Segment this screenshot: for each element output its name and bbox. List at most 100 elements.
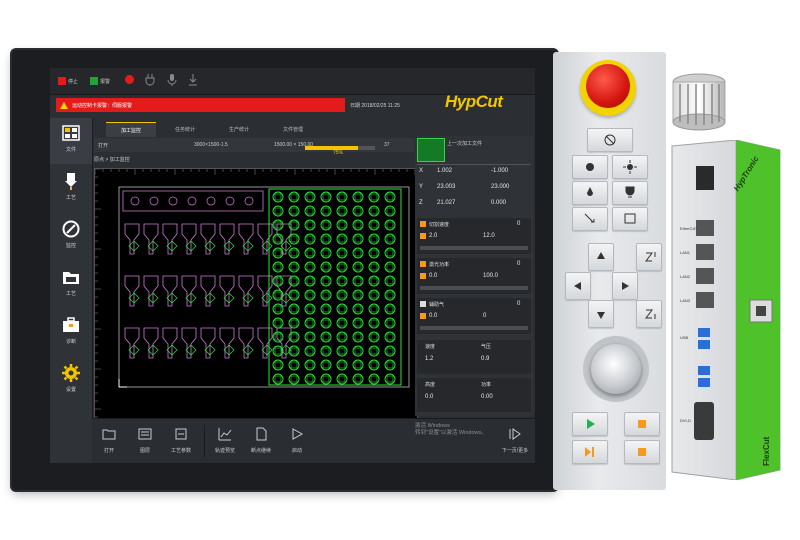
chart-icon [218,428,232,441]
coord-row-y: Y 23.003 23.000 [419,184,510,190]
toolbar-resume-button[interactable]: 断点继续 [244,419,278,463]
toolbar-divider [204,425,205,458]
right-status-panel: 上一次加工文件 X 1.002 -1.000 Y 23.003 23.000 Z… [415,136,533,416]
toolbar-params-button[interactable]: 工艺参数 [164,419,198,463]
start-key[interactable] [572,412,608,436]
port-label-dvi: DVI-D [680,418,691,423]
z-down-icon [645,309,656,319]
cutting-canvas[interactable] [94,168,418,420]
oil-icon [587,187,593,196]
tab-production-stats[interactable]: 生产统计 [214,122,264,136]
shutter-icon [604,134,616,146]
warning-dot-icon [125,75,134,84]
cup-icon [625,186,635,198]
reset-key[interactable] [624,440,660,464]
top-status-bar: 停止 报警 [50,68,535,95]
tab-task-stats[interactable]: 任务统计 [160,122,210,136]
hmi-screen: 停止 报警 运动控制卡报警：伺服报警 日期 2018/02/25 11:25 H… [50,68,535,463]
controller-side-brand: FlexCut [762,436,771,466]
coord-row-x: X 1.002 -1.000 [419,168,509,174]
light-key[interactable] [612,155,648,179]
arrow-left-icon [574,282,581,290]
part-count-label: 37 [384,142,390,148]
gear-icon [62,364,80,382]
toolbar-preview-button[interactable]: 轨迹预览 [208,419,242,463]
alarm-status-icon [90,77,98,85]
motion-controller-box [671,140,781,480]
jog-up-key[interactable] [588,243,614,271]
speed-sub-icon [420,233,426,239]
windows-watermark: 激活 Windows 转到"设置"以激活 Windows。 [415,423,487,436]
layer-icon [138,428,152,440]
gas-key[interactable] [572,155,608,179]
screen-key[interactable] [612,207,648,231]
sidebar-item-file[interactable]: 文件 [50,118,92,164]
follow-icon [584,213,595,223]
resume-key[interactable] [572,440,608,464]
z-up-key[interactable] [636,243,662,271]
gas-sub-icon [420,313,426,319]
tab-bar: 加工监控 任务统计 生产统计 文件管理 [92,122,382,137]
laser-shutter-key[interactable] [587,128,633,152]
speed-icon [420,221,426,227]
sidebar-item-diagnose[interactable]: 诊断 [50,310,92,356]
sidebar-item-craft[interactable]: 工艺 [50,262,92,308]
card-laser-power[interactable]: 激光功率 0 0.0 100.0 [417,258,531,294]
divider [417,164,531,165]
pause-key[interactable] [624,412,660,436]
toolbar-start-button[interactable]: 启动 [280,419,314,463]
mic-icon [167,74,177,86]
sidebar-item-settings[interactable]: 设置 [50,358,92,404]
coord-row-z: Z 21.027 0.000 [419,200,507,206]
cut-pattern-drawing [94,168,416,418]
stop-square-icon [638,420,646,428]
port-label-ethercat: EtherCAT [680,226,698,231]
card-height-power[interactable]: 高度 0.0 功率 0.00 [417,378,531,412]
file-grid-icon [62,125,80,141]
oil-key[interactable] [572,181,608,205]
left-sidebar: 文件 工艺 监控 工艺 诊断 设置 [50,118,93,463]
jog-down-key[interactable] [588,300,614,328]
alarm-indicator: 报警 [90,76,110,86]
arrow-up-icon [597,252,605,259]
z-down-key[interactable] [636,300,662,328]
reset-square-icon [638,448,646,456]
tab-file-manage[interactable]: 文件管理 [268,122,318,136]
card-cut-speed[interactable]: 切割速度 0 2.0 12.0 [417,218,531,254]
sidebar-item-monitor[interactable]: 监控 [50,214,92,260]
tab-process-monitor[interactable]: 加工监控 [106,122,156,137]
trophy-key[interactable] [612,181,648,205]
breadcrumb: 原点 > 加工监控 [94,157,130,163]
card-speed-pressure[interactable]: 速度 1.2 气压 0.9 [417,340,531,374]
speed-bar [420,246,528,250]
sidebar-item-process[interactable]: 工艺 [50,166,92,212]
alarm-banner[interactable]: 运动控制卡报警：伺服报警 [56,98,345,112]
z-up-icon [645,252,656,262]
download-icon [189,74,197,86]
jog-right-key[interactable] [612,272,638,300]
jog-left-key[interactable] [565,272,591,300]
toolbar-next-button[interactable]: 下一页/更多 [498,419,532,463]
gas-icon [420,301,426,307]
feed-override-knob[interactable] [591,344,641,394]
progress-fill [305,146,358,150]
toolbar-open-button[interactable]: 打开 [92,419,126,463]
play-pause-icon [585,447,594,457]
port-label-usb: USB [680,335,689,340]
emergency-stop-button[interactable] [586,64,630,108]
frame-icon [624,213,636,224]
toolbox-icon [63,317,79,332]
folder-icon [63,272,79,284]
file-thumbnail[interactable] [417,138,445,162]
power-icon [420,261,426,267]
file-icon [256,427,267,441]
gauge-icon [62,220,80,238]
toolbar-layer-button[interactable]: 图层 [128,419,162,463]
port-label-lan3: LAN3 [680,298,691,303]
follow-key[interactable] [572,207,608,231]
play-icon [292,428,304,440]
card-assist-gas[interactable]: 辅助气 0 0.0 0 [417,298,531,334]
file-open-label[interactable]: 打开 [98,142,108,149]
gas-bar [420,326,528,330]
power-sub-icon [420,273,426,279]
